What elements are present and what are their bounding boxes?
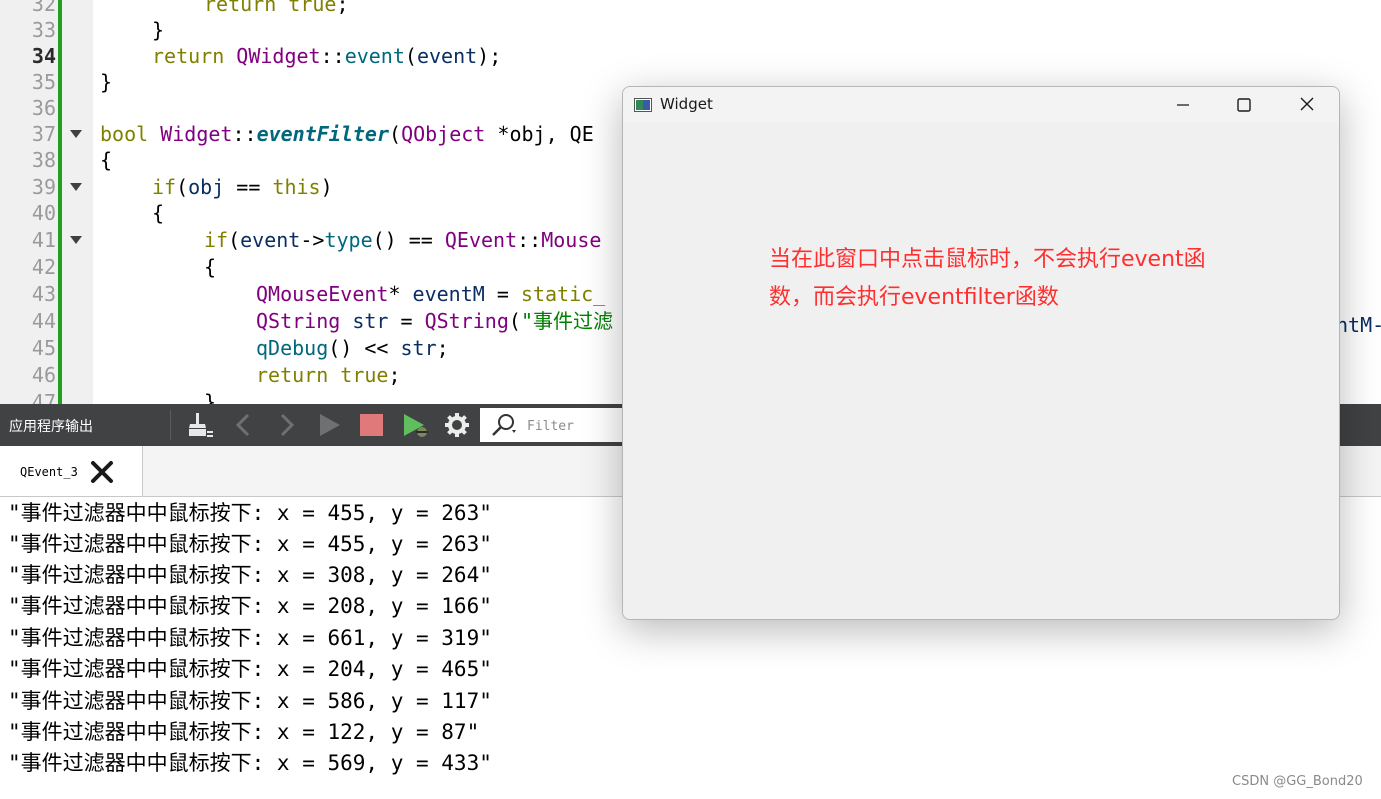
code-token: QString [256, 309, 341, 333]
code-token: } [204, 390, 217, 404]
code-token: bool [100, 122, 149, 146]
output-line: "事件过滤器中中鼠标按下: x = 122, y = 87" [8, 720, 480, 744]
output-line: "事件过滤器中中鼠标按下: x = 661, y = 319" [8, 626, 492, 650]
code-token: () == [372, 228, 445, 252]
code-token: Widget [160, 122, 233, 146]
code-token: ) [320, 175, 333, 199]
code-token: () << [328, 336, 401, 360]
code-token: ( [508, 309, 521, 333]
code-token: str [400, 336, 437, 360]
code-token: ( [176, 175, 189, 199]
output-line: "事件过滤器中中鼠标按下: x = 455, y = 263" [8, 532, 492, 556]
code-line-32: return true; [0, 0, 1381, 17]
code-token: :: [232, 122, 257, 146]
code-token: ); [477, 44, 502, 68]
code-token: eventM [412, 282, 485, 306]
code-token: QString [424, 309, 509, 333]
output-line: "事件过滤器中中鼠标按下: x = 208, y = 166" [8, 594, 492, 618]
code-token: QMouseEvent [256, 282, 389, 306]
clear-icon[interactable] [186, 412, 214, 438]
debug-run-icon[interactable] [402, 412, 430, 438]
code-token: event [416, 44, 478, 68]
code-token: = [388, 309, 425, 333]
close-button[interactable] [1279, 87, 1335, 123]
code-line-33: } [0, 17, 1381, 43]
code-token: ; [336, 0, 349, 16]
toolbar-separator [170, 410, 171, 440]
minimize-button[interactable] [1155, 87, 1211, 123]
code-token: type [324, 228, 373, 252]
code-token: if [152, 175, 177, 199]
code-token: == [224, 175, 273, 199]
output-pane-title: 应用程序输出 [9, 419, 93, 435]
code-token: event [344, 44, 405, 68]
filter-placeholder: Filter [527, 419, 574, 434]
code-token: -> [300, 228, 325, 252]
code-token: eventFilter [256, 122, 390, 146]
prev-icon[interactable] [230, 412, 258, 438]
code-token: { [152, 201, 165, 225]
watermark: CSDN @GG_Bond20 [1232, 774, 1363, 789]
code-token: this [272, 175, 321, 199]
tab-qevent-3[interactable]: QEvent_3 [0, 446, 143, 496]
code-token: if [204, 228, 229, 252]
code-token: QWidget [236, 44, 321, 68]
close-icon[interactable] [90, 460, 114, 484]
settings-icon[interactable] [444, 412, 472, 438]
code-token: = [484, 282, 521, 306]
next-icon[interactable] [272, 412, 300, 438]
code-token: *obj, QE [485, 122, 594, 146]
output-line: "事件过滤器中中鼠标按下: x = 455, y = 263" [8, 501, 492, 525]
tab-label: QEvent_3 [20, 465, 78, 479]
code-token: str [340, 309, 389, 333]
window-title: Widget [660, 95, 713, 113]
output-line: "事件过滤器中中鼠标按下: x = 586, y = 117" [8, 689, 492, 713]
code-overflow-fragment: ntM- [1336, 313, 1381, 337]
code-token: static_ [520, 282, 606, 306]
code-token: ; [436, 336, 449, 360]
annotation-line-2: 数，而会执行eventfilter函数 [769, 285, 1059, 310]
code-token: :: [517, 228, 542, 252]
code-line-34: return QWidget::event(event); [0, 43, 1381, 69]
code-token: ( [228, 228, 241, 252]
code-token: } [152, 18, 165, 42]
code-token: qDebug [256, 336, 329, 360]
code-token: return [256, 363, 329, 387]
code-token: { [100, 148, 113, 172]
code-token: { [204, 255, 217, 279]
code-token: QObject [401, 122, 486, 146]
code-token: true [288, 0, 337, 16]
code-token: true [340, 363, 389, 387]
code-token: return [204, 0, 277, 16]
code-token: Mouse [541, 228, 602, 252]
run-icon[interactable] [316, 412, 344, 438]
code-token: ; [388, 363, 401, 387]
code-token: :: [320, 44, 345, 68]
widget-window[interactable]: Widget 当在此窗口中点击鼠标时，不会执行event函 数，而会执行even… [622, 86, 1340, 620]
code-token: ( [404, 44, 417, 68]
annotation-note: 当在此窗口中点击鼠标时，不会执行event函 数，而会执行eventfilter… [769, 241, 1269, 317]
code-token: ( [389, 122, 402, 146]
code-token: * [388, 282, 413, 306]
window-client-area[interactable]: 当在此窗口中点击鼠标时，不会执行event函 数，而会执行eventfilter… [623, 123, 1339, 619]
app-icon [634, 97, 652, 112]
stop-icon[interactable] [358, 412, 386, 438]
code-token: obj [188, 175, 225, 199]
output-line: "事件过滤器中中鼠标按下: x = 569, y = 433" [8, 751, 492, 775]
output-line: "事件过滤器中中鼠标按下: x = 308, y = 264" [8, 563, 492, 587]
code-token: QEvent [444, 228, 518, 252]
search-icon [490, 412, 520, 442]
code-token: } [100, 70, 113, 94]
window-titlebar[interactable]: Widget [623, 87, 1339, 123]
maximize-button[interactable] [1216, 87, 1272, 123]
code-token: "事件过滤 [520, 309, 613, 333]
code-token: return [152, 44, 225, 68]
code-token: event [240, 228, 301, 252]
output-line: "事件过滤器中中鼠标按下: x = 204, y = 465" [8, 657, 492, 681]
annotation-line-1: 当在此窗口中点击鼠标时，不会执行event函 [769, 247, 1206, 272]
